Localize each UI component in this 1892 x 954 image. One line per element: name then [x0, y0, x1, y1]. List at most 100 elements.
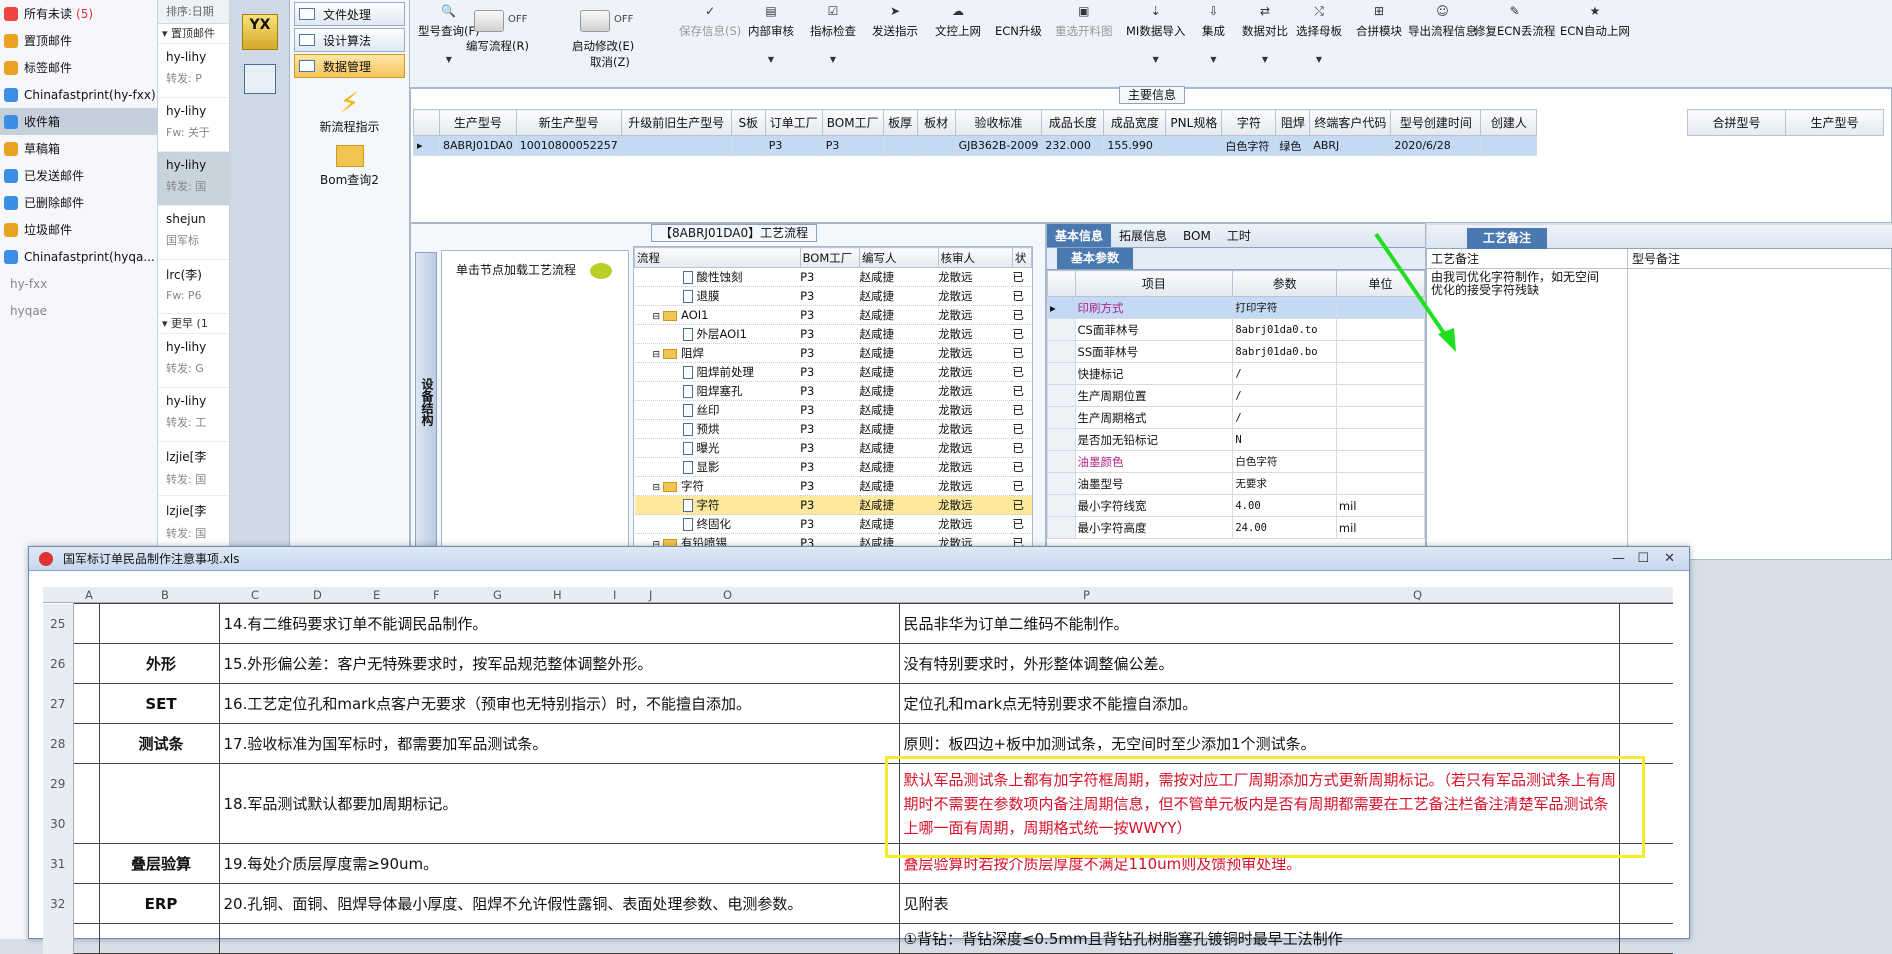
mail-item[interactable]: lrc(李) Fw: P6 — [158, 260, 229, 314]
requirement-cell[interactable]: 17.验收标准为国军标时，都需要加军品测试条。 — [218, 723, 900, 764]
folder-item[interactable]: Chinafastprint(hyqa...(5) — [0, 243, 157, 270]
toolbar-check[interactable]: ☑ 指标检查 ▼ — [810, 4, 856, 64]
param-value[interactable]: 无要求 — [1232, 472, 1337, 495]
cell[interactable]: ABRJ — [1309, 135, 1392, 156]
col-header[interactable]: 终端客户代码 — [1309, 109, 1392, 136]
process-row[interactable]: 酸性蚀刻 P3 赵咸捷 龙散远已 — [634, 267, 1032, 287]
process-remark-tab[interactable]: 工艺备注 — [1467, 228, 1548, 249]
col-header[interactable]: 状 — [1011, 247, 1032, 268]
process-row[interactable]: 曝光 P3 赵咸捷 龙散远已 — [634, 438, 1032, 458]
dropdown-arrow-icon[interactable]: ▼ — [418, 55, 480, 64]
category-cell[interactable]: 测试条 — [98, 723, 220, 764]
param-value[interactable]: 4.00 — [1232, 494, 1337, 517]
cell[interactable] — [730, 135, 766, 156]
column-header[interactable]: D — [313, 588, 322, 602]
col-header[interactable]: 生产型号 — [439, 109, 517, 136]
mail-item[interactable]: hy-lihy 转发: 工 — [158, 388, 229, 442]
column-header[interactable]: E — [373, 588, 380, 602]
requirement-cell[interactable]: 16.工艺定位孔和mark点客户无要求（预审也无特别指示）时，不能擅自添加。 — [218, 683, 900, 724]
param-value[interactable]: 白色字符 — [1232, 450, 1337, 473]
col-header[interactable]: 升级前旧生产型号 — [620, 109, 732, 136]
row-indicator[interactable]: ▸ — [413, 135, 440, 156]
col-header[interactable]: 生产型号 — [1785, 109, 1884, 136]
row-number[interactable]: 31 — [43, 843, 74, 884]
close-icon[interactable]: ✕ — [1664, 547, 1675, 571]
col-header[interactable]: 阻焊 — [1275, 109, 1311, 136]
param-value[interactable]: N — [1232, 428, 1337, 451]
process-row[interactable]: 阻焊塞孔 P3 赵咸捷 龙散远已 — [634, 381, 1032, 401]
sort-header[interactable]: 排序:日期 — [158, 0, 229, 24]
param-row[interactable]: SS面菲林号 8abrj01da0.bo — [1047, 340, 1426, 363]
process-row[interactable]: 外层AOI1 P3 赵咸捷 龙散远已 — [634, 324, 1032, 344]
param-row[interactable]: 快捷标记 / — [1047, 362, 1426, 385]
category-cell[interactable] — [98, 603, 220, 644]
calculator-icon[interactable] — [244, 64, 276, 94]
cell[interactable] — [1480, 135, 1538, 156]
tab-basic[interactable]: 基本信息 — [1047, 224, 1112, 247]
cell-a[interactable] — [72, 763, 100, 844]
cell[interactable] — [1165, 135, 1223, 156]
menu-algorithm[interactable]: 设计算法 — [294, 28, 405, 52]
folder-item[interactable]: 草稿箱 — [0, 135, 157, 162]
toolbar-import[interactable]: ⇣ MI数据导入 ▼ — [1126, 4, 1185, 64]
col-header[interactable]: 成品长度 — [1041, 109, 1105, 136]
column-header[interactable]: H — [553, 588, 562, 602]
param-row[interactable]: CS面菲林号 8abrj01da0.to — [1047, 318, 1426, 341]
cell-q[interactable] — [1618, 603, 1673, 644]
note-cell[interactable]: 定位孔和mark点无特别要求不能擅自添加。 — [898, 683, 1620, 724]
toolbar-merge[interactable]: ⊞ 合拼模块 — [1356, 4, 1402, 39]
cell-a[interactable] — [72, 883, 100, 924]
col-header[interactable]: BOM工厂 — [821, 109, 884, 136]
process-row[interactable]: 退膜 P3 赵咸捷 龙散远已 — [634, 286, 1032, 306]
toolbar-compare[interactable]: ⇄ 数据对比 ▼ — [1242, 4, 1288, 64]
tab-hours[interactable]: 工时 — [1219, 224, 1259, 247]
column-header[interactable]: J — [649, 588, 652, 602]
toolbar-star[interactable]: ★ ECN自动上网 — [1560, 4, 1630, 39]
col-header[interactable]: 订单工厂 — [764, 109, 823, 136]
folder-item[interactable]: 标签邮件 — [0, 54, 157, 81]
cell-q[interactable] — [1618, 883, 1673, 924]
dropdown-arrow-icon[interactable]: ▼ — [748, 55, 794, 64]
param-row[interactable]: ▸ 印刷方式 打印字符 — [1047, 296, 1426, 319]
cell[interactable]: 白色字符 — [1221, 135, 1277, 156]
cell-a[interactable] — [72, 723, 100, 764]
toggle-write[interactable] — [474, 10, 504, 32]
folder-item[interactable]: 所有未读 (5) — [0, 0, 157, 27]
process-row[interactable]: ⊟ 阻焊 P3 赵咸捷 龙散远已 — [634, 343, 1032, 363]
cell-q[interactable] — [1618, 683, 1673, 724]
requirement-cell[interactable]: 15.外形偏公差：客户无特殊要求时，按军品规范整体调整外形。 — [218, 643, 900, 684]
note-cell[interactable]: 没有特别要求时，外形整体调整偏公差。 — [898, 643, 1620, 684]
param-value[interactable]: 8abrj01da0.to — [1232, 318, 1337, 341]
cell[interactable]: 10010800052257 — [515, 135, 622, 156]
col-header[interactable]: 板厚 — [882, 109, 918, 136]
cancel-button[interactable]: 取消(Z) — [590, 54, 630, 70]
cell[interactable]: 绿色 — [1275, 135, 1311, 156]
row-number[interactable]: 28 — [43, 723, 74, 764]
category-cell[interactable]: 外形 — [98, 643, 220, 684]
tab-bom[interactable]: BOM — [1175, 224, 1219, 247]
param-value[interactable]: / — [1232, 406, 1337, 429]
column-header[interactable]: C — [251, 588, 259, 602]
dropdown-arrow-icon[interactable]: ▼ — [1242, 55, 1288, 64]
param-value[interactable]: 24.00 — [1232, 516, 1337, 539]
param-value[interactable]: / — [1232, 362, 1337, 385]
mail-item[interactable]: hy-lihy 转发: P — [158, 44, 229, 98]
cell[interactable]: GJB362B-2009 — [954, 135, 1043, 156]
toolbar-search[interactable]: 🔍 型号查询(F) ▼ — [418, 4, 480, 64]
col-header[interactable]: 型号创建时间 — [1390, 109, 1482, 136]
process-row[interactable]: 预烘 P3 赵咸捷 龙散远已 — [634, 419, 1032, 439]
toolbar-export[interactable]: ☺ 导出流程信息 — [1408, 4, 1477, 39]
column-header[interactable]: Q — [1413, 588, 1422, 602]
col-header[interactable]: 板材 — [916, 109, 956, 136]
process-row[interactable]: ⊟ AOI1 P3 赵咸捷 龙散远已 — [634, 305, 1032, 325]
param-value[interactable]: 打印字符 — [1232, 296, 1337, 319]
col-header[interactable]: 编写人 — [859, 247, 939, 268]
mail-item[interactable]: hy-lihy 转发: 国 — [158, 152, 229, 206]
dropdown-arrow-icon[interactable]: ▼ — [1126, 55, 1185, 64]
maximize-icon[interactable]: ☐ — [1637, 547, 1649, 571]
col-header[interactable]: BOM工厂 — [799, 247, 861, 268]
collapse-icon[interactable]: ⊟ — [653, 483, 661, 493]
mail-item[interactable]: shejun 国军标 — [158, 206, 229, 260]
new-process-shortcut[interactable]: ⚡ 新流程指示 — [290, 88, 409, 135]
folder-item[interactable]: hyqae — [0, 297, 157, 324]
